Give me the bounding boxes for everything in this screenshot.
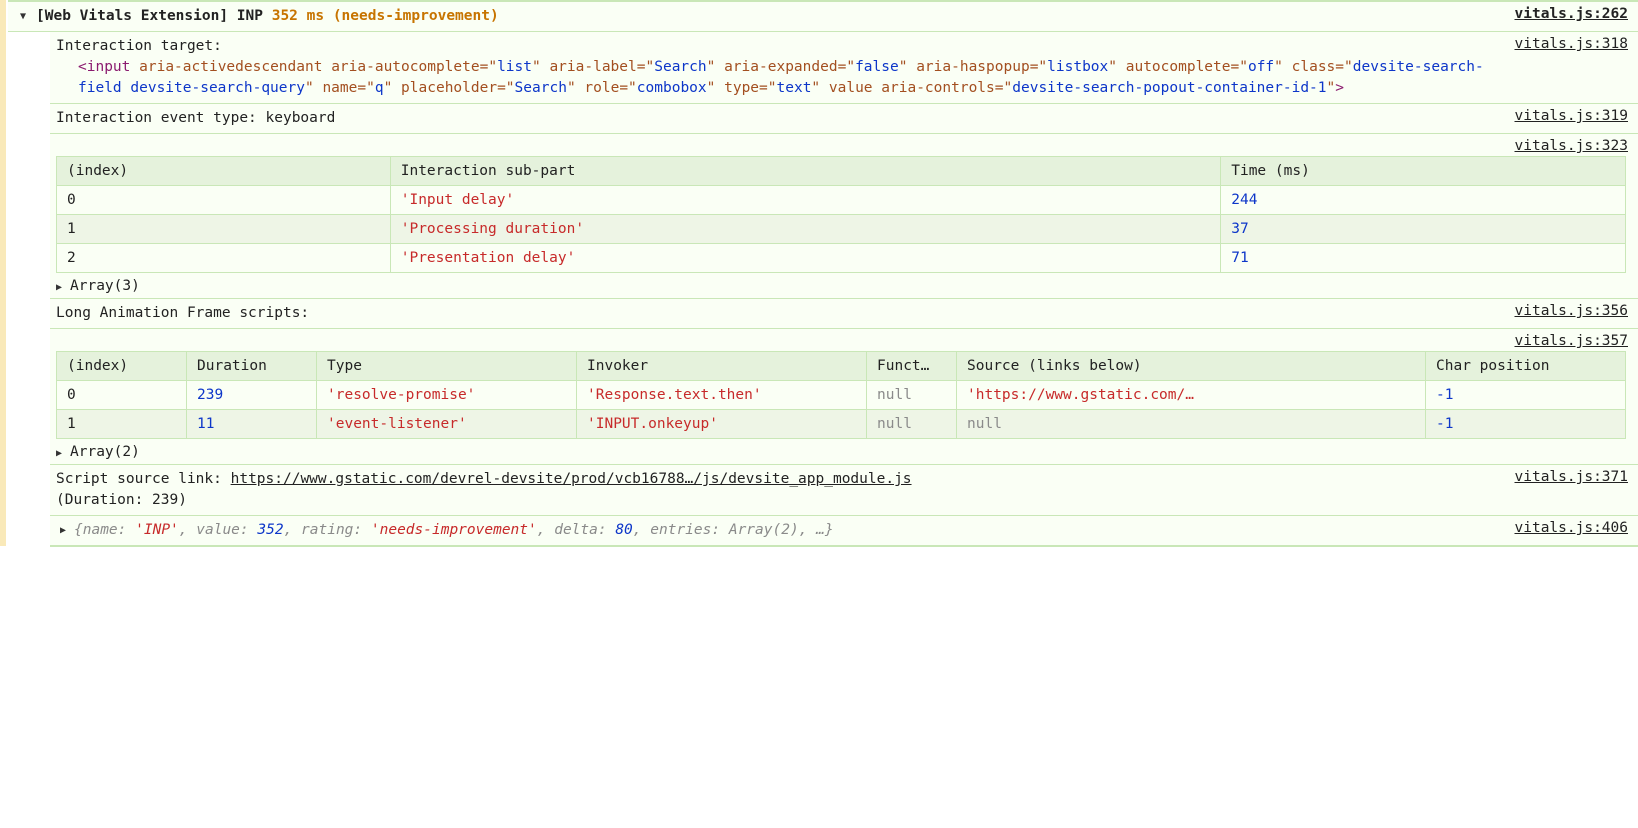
warning-gutter <box>0 298 6 328</box>
expand-toggle-icon[interactable] <box>52 277 66 294</box>
target-element-markup[interactable]: <input aria-activedescendant aria-autoco… <box>56 57 1503 99</box>
table-header[interactable]: Invoker <box>577 352 867 381</box>
log-row-object: {name: 'INP', value: 352, rating: 'needs… <box>50 515 1638 547</box>
table-row: 0'Input delay'244 <box>57 186 1626 215</box>
source-link[interactable]: vitals.js:357 <box>1515 333 1629 349</box>
log-row-table2: vitals.js:357 (index)DurationTypeInvoker… <box>50 328 1638 465</box>
array-summary[interactable]: Array(2) <box>70 444 140 460</box>
log-row-header: [Web Vitals Extension] INP 352 ms (needs… <box>8 0 1638 32</box>
script-source-label: Script source link: <box>56 471 231 487</box>
warning-gutter <box>0 103 6 133</box>
object-summary[interactable]: {name: 'INP', value: 352, rating: 'needs… <box>74 520 1503 541</box>
log-prefix: [Web Vitals Extension] INP <box>36 8 263 24</box>
table-row: 2'Presentation delay'71 <box>57 244 1626 273</box>
event-type-text: Interaction event type: keyboard <box>56 108 1503 129</box>
source-link[interactable]: vitals.js:371 <box>1515 469 1629 485</box>
expand-toggle-icon[interactable] <box>56 520 70 537</box>
table-header[interactable]: Char position <box>1426 352 1626 381</box>
source-link[interactable]: vitals.js:319 <box>1515 108 1629 124</box>
table-header[interactable]: Duration <box>187 352 317 381</box>
source-link[interactable]: vitals.js:318 <box>1515 36 1629 52</box>
source-link[interactable]: vitals.js:356 <box>1515 303 1629 319</box>
log-row-laf: Long Animation Frame scripts: vitals.js:… <box>50 298 1638 329</box>
expand-toggle-icon[interactable] <box>14 6 32 23</box>
laf-scripts-table: (index)DurationTypeInvokerFunct…Source (… <box>56 351 1626 439</box>
script-source-url[interactable]: https://www.gstatic.com/devrel-devsite/p… <box>231 471 912 487</box>
warning-gutter <box>0 133 6 298</box>
log-row-script-source: Script source link: https://www.gstatic.… <box>50 464 1638 516</box>
table-header[interactable]: Time (ms) <box>1221 157 1626 186</box>
table-header[interactable]: (index) <box>57 157 391 186</box>
log-row-target: Interaction target: <input aria-activede… <box>50 31 1638 104</box>
log-row-event-type: Interaction event type: keyboard vitals.… <box>50 103 1638 134</box>
target-label: Interaction target: <box>56 36 1503 57</box>
table-header[interactable]: Source (links below) <box>957 352 1426 381</box>
array-summary[interactable]: Array(3) <box>70 278 140 294</box>
warning-gutter <box>0 515 6 546</box>
expand-toggle-icon[interactable] <box>52 443 66 460</box>
source-link[interactable]: vitals.js:406 <box>1515 520 1629 536</box>
source-link[interactable]: vitals.js:262 <box>1515 6 1629 22</box>
laf-label: Long Animation Frame scripts: <box>56 303 1503 324</box>
warning-gutter <box>0 0 6 31</box>
script-source-duration: (Duration: 239) <box>56 492 187 508</box>
table-header[interactable]: Type <box>317 352 577 381</box>
warning-gutter <box>0 31 6 103</box>
interaction-subpart-table: (index)Interaction sub-partTime (ms) 0'I… <box>56 156 1626 273</box>
table-row: 111'event-listener''INPUT.onkeyup'nullnu… <box>57 410 1626 439</box>
table-header[interactable]: Interaction sub-part <box>390 157 1221 186</box>
log-row-table1: vitals.js:323 (index)Interaction sub-par… <box>50 133 1638 299</box>
log-metric: 352 ms (needs-improvement) <box>272 8 499 24</box>
source-link[interactable]: vitals.js:323 <box>1515 138 1629 154</box>
table-row: 0239'resolve-promise''Response.text.then… <box>57 381 1626 410</box>
warning-gutter <box>0 464 6 515</box>
table-header[interactable]: (index) <box>57 352 187 381</box>
warning-gutter <box>0 328 6 464</box>
table-header[interactable]: Funct… <box>867 352 957 381</box>
table-row: 1'Processing duration'37 <box>57 215 1626 244</box>
